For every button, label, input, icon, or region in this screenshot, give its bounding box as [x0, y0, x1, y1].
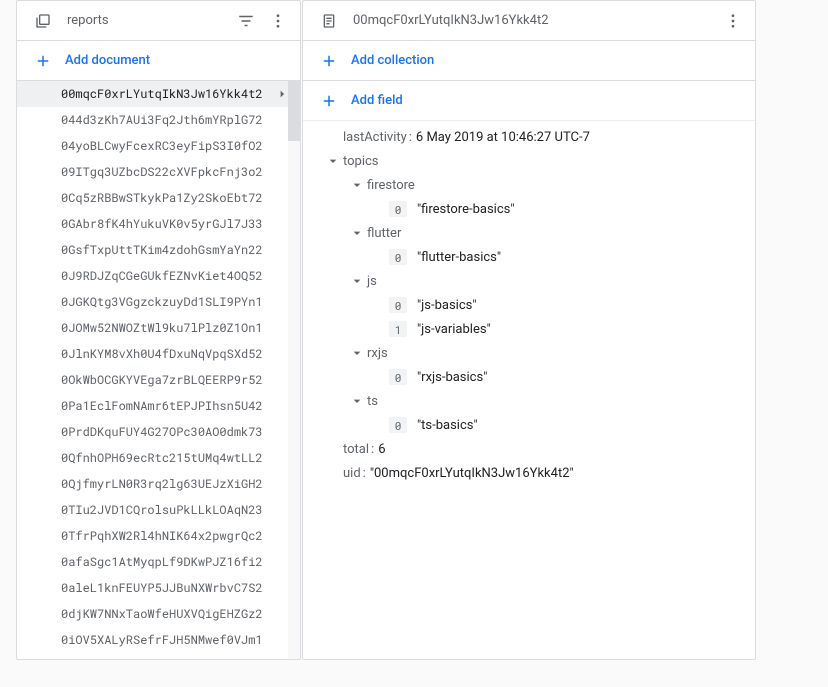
chevron-down-icon[interactable]: [347, 273, 367, 289]
document-list-item[interactable]: 0GAbr8fK4hYukuVK0v5yrGJl7J33: [17, 211, 300, 237]
document-panel-header: 00mqcF0xrLYutqIkN3Jw16Ykk4t2: [303, 1, 755, 41]
chevron-down-icon[interactable]: [347, 393, 367, 409]
field-topics[interactable]: topics: [303, 149, 755, 173]
field-lastactivity[interactable]: lastActivity: 6 May 2019 at 10:46:27 UTC…: [303, 125, 755, 149]
topic-item[interactable]: 1js-variables: [303, 317, 755, 341]
index-badge: 0: [389, 297, 407, 313]
document-list-item[interactable]: 0afaSgc1AtMyqpLf9DKwPJZ16fi2: [17, 549, 300, 575]
topic-flutter[interactable]: flutter: [303, 221, 755, 245]
document-icon: [319, 11, 339, 31]
add-field-label: Add field: [351, 93, 403, 108]
add-collection-row: Add collection: [303, 41, 755, 81]
document-list-item[interactable]: 0GsfTxpUttTKim4zdohGsmYaYn22: [17, 237, 300, 263]
plus-icon: [33, 51, 53, 71]
document-list-item[interactable]: 0JOMw52NWOZtWl9ku7lPlz0Z1On1: [17, 315, 300, 341]
index-badge: 0: [389, 369, 407, 385]
add-document-row: Add document: [17, 41, 300, 81]
document-list-item[interactable]: 0TfrPqhXW2Rl4hNIK64x2pwgrQc2: [17, 523, 300, 549]
document-fields-body: lastActivity: 6 May 2019 at 10:46:27 UTC…: [303, 121, 755, 659]
overflow-menu-button[interactable]: [264, 7, 292, 35]
document-list-item[interactable]: 0Pa1EclFomNAmr6tEPJPIhsn5U42: [17, 393, 300, 419]
document-panel: 00mqcF0xrLYutqIkN3Jw16Ykk4t2 Add collect…: [302, 0, 756, 660]
collection-panel: reports Add document 00mqcF0xrLYutqIkN3J…: [16, 0, 301, 660]
document-list-item[interactable]: 044d3zKh7AUi3Fq2Jth6mYRplG72: [17, 107, 300, 133]
field-total[interactable]: total: 6: [303, 437, 755, 461]
document-list-item[interactable]: 0Cq5zRBBwSTkykPa1Zy2SkoEbt72: [17, 185, 300, 211]
document-list-item[interactable]: 0J9RDJZqCGeGUkfEZNvKiet4OQ52: [17, 263, 300, 289]
collection-title: reports: [67, 13, 232, 28]
topic-item[interactable]: 0ts-basics: [303, 413, 755, 437]
chevron-down-icon[interactable]: [347, 225, 367, 241]
document-list-item[interactable]: 0djKW7NNxTaoWfeHUXVQigEHZGz2: [17, 601, 300, 627]
topic-rxjs[interactable]: rxjs: [303, 341, 755, 365]
document-list-item[interactable]: 00mqcF0xrLYutqIkN3Jw16Ykk4t2: [17, 81, 300, 107]
document-list-item[interactable]: 0QfnhOPH69ecRtc215tUMq4wtLL2: [17, 445, 300, 471]
chevron-down-icon[interactable]: [347, 177, 367, 193]
document-list-item[interactable]: 0aleL1knFEUYP5JJBuNXWrbvC7S2: [17, 575, 300, 601]
plus-icon: [319, 91, 339, 111]
scrollbar-thumb[interactable]: [288, 81, 300, 141]
document-list-item[interactable]: 0jK01SMNGiczWECE7KFpRSCFwm62: [17, 653, 300, 659]
topic-item[interactable]: 0js-basics: [303, 293, 755, 317]
document-list-item[interactable]: 0JGKQtg3VGgzckzuyDd1SLI9PYn1: [17, 289, 300, 315]
scrollbar-track: [288, 81, 300, 659]
add-document-label: Add document: [65, 53, 150, 68]
index-badge: 0: [389, 417, 407, 433]
topic-item[interactable]: 0firestore-basics: [303, 197, 755, 221]
index-badge: 0: [389, 201, 407, 217]
add-document-button[interactable]: Add document: [33, 51, 150, 71]
chevron-down-icon[interactable]: [347, 345, 367, 361]
plus-icon: [319, 51, 339, 71]
collection-panel-header: reports: [17, 1, 300, 41]
collection-icon: [33, 11, 53, 31]
document-list-item[interactable]: 0JlnKYM8vXh0U4fDxuNqVpqSXd52: [17, 341, 300, 367]
document-list-item[interactable]: 0PrdDKquFUY4G27OPc30AO0dmk73: [17, 419, 300, 445]
document-list-body: 00mqcF0xrLYutqIkN3Jw16Ykk4t2044d3zKh7AUi…: [17, 81, 300, 659]
document-list-item[interactable]: 0QjfmyrLN0R3rq2lg63UEJzXiGH2: [17, 471, 300, 497]
topic-item[interactable]: 0flutter-basics: [303, 245, 755, 269]
document-list-item[interactable]: 0iOV5XALyRSefrFJH5NMwef0VJm1: [17, 627, 300, 653]
index-badge: 0: [389, 249, 407, 265]
field-uid[interactable]: uid: 00mqcF0xrLYutqIkN3Jw16Ykk4t2: [303, 461, 755, 485]
document-list[interactable]: 00mqcF0xrLYutqIkN3Jw16Ykk4t2044d3zKh7AUi…: [17, 81, 300, 659]
topic-item[interactable]: 0rxjs-basics: [303, 365, 755, 389]
topic-firestore[interactable]: firestore: [303, 173, 755, 197]
document-title: 00mqcF0xrLYutqIkN3Jw16Ykk4t2: [353, 13, 719, 28]
add-field-row: Add field: [303, 81, 755, 121]
document-list-item[interactable]: 0TIu2JVD1CQrolsuPkLLkLOAqN23: [17, 497, 300, 523]
topic-ts[interactable]: ts: [303, 389, 755, 413]
chevron-down-icon[interactable]: [323, 153, 343, 169]
add-field-button[interactable]: Add field: [319, 91, 403, 111]
add-collection-button[interactable]: Add collection: [319, 51, 434, 71]
document-list-item[interactable]: 0OkWbOCGKYVEga7zrBLQEERP9r52: [17, 367, 300, 393]
document-list-item[interactable]: 09ITgq3UZbcDS22cXVFpkcFnj3o2: [17, 159, 300, 185]
document-list-item[interactable]: 04yoBLCwyFcexRC3eyFipS3I0fO2: [17, 133, 300, 159]
document-overflow-menu-button[interactable]: [719, 7, 747, 35]
add-collection-label: Add collection: [351, 53, 434, 68]
filter-button[interactable]: [232, 7, 260, 35]
index-badge: 1: [389, 321, 407, 337]
topic-js[interactable]: js: [303, 269, 755, 293]
